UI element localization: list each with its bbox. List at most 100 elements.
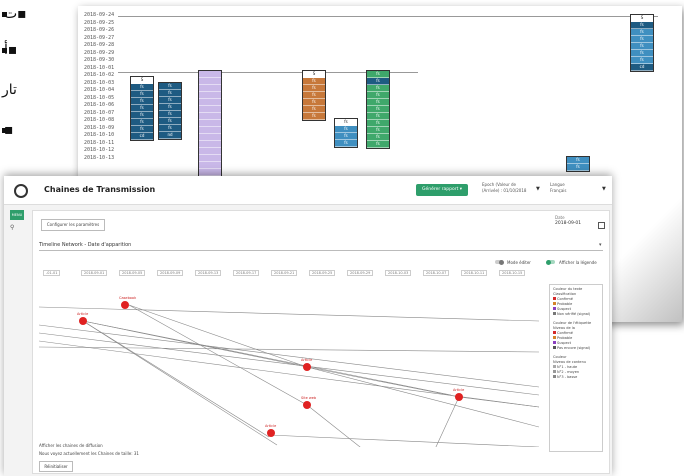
timeline-column: Sfs fs fs fs fs fs xyxy=(302,70,326,121)
date-row: 2018-10-12 xyxy=(84,147,115,153)
timeline-cell xyxy=(199,141,221,148)
language-label: Langue xyxy=(550,182,565,187)
epoch-label: Epoch (Valeur de xyxy=(482,182,516,187)
configure-params-button[interactable]: Configurer les paramètres xyxy=(41,219,105,231)
date-input[interactable]: 2018-09-01 xyxy=(555,221,581,226)
timeline-cell xyxy=(199,162,221,169)
timeline-cell xyxy=(199,85,221,92)
date-list: 2018-09-24 2018-09-25 2018-09-26 2018-09-27… xyxy=(84,12,114,162)
date-row: 2018-10-03 xyxy=(84,79,115,86)
menu-button[interactable]: MENU xyxy=(10,210,24,220)
edit-mode-toggle[interactable] xyxy=(495,259,504,265)
network-node[interactable] xyxy=(303,401,311,409)
date-row: 2018-10-11 xyxy=(84,139,115,146)
timeline-cell: fs xyxy=(303,113,325,120)
timeline-cell: fs xyxy=(367,92,389,99)
legend-item: Probable xyxy=(553,302,572,306)
legend-item: N°3 - basse xyxy=(553,375,577,379)
chain-edge xyxy=(39,306,539,322)
timeline-cell: fs xyxy=(159,125,181,132)
search-icon[interactable]: ⚲ xyxy=(10,224,14,231)
timeline-cell: fs xyxy=(631,22,653,29)
date-row: 2018-09-24 xyxy=(84,12,115,18)
timeline-cell: fs xyxy=(367,71,389,78)
date-row: 2018-09-26 xyxy=(84,27,115,33)
legend-subtitle: Niveau de la xyxy=(553,326,575,330)
view-select[interactable]: Timeline Network - Date d'apparition xyxy=(39,242,131,248)
legend-title: Couleur du texte xyxy=(553,287,583,291)
calendar-icon[interactable] xyxy=(598,222,605,229)
diffusion-chains-checkbox[interactable]: Afficher les chaines de diffusion xyxy=(39,443,103,448)
date-row: 2018-09-29 xyxy=(84,49,115,56)
timeline-cell: fs xyxy=(303,99,325,106)
network-node[interactable] xyxy=(455,393,463,401)
epoch-value[interactable]: (Arrivée) : 01/10/2018 xyxy=(482,188,526,193)
legend-subtitle: Classification xyxy=(553,292,577,296)
date-row: 2018-10-05 xyxy=(84,94,115,101)
legend-box: Couleur du texte Classification Confirmé… xyxy=(549,284,603,452)
chain-edge xyxy=(82,320,270,438)
timeline-cell: cd xyxy=(631,64,653,71)
timeline-cell: fs xyxy=(131,98,153,105)
chevron-down-icon[interactable]: ▼ xyxy=(602,186,606,192)
timeline-cell: fs xyxy=(131,112,153,119)
legend-item: Suspect xyxy=(553,307,571,311)
legend-item: Suspect xyxy=(553,341,571,345)
generate-report-button[interactable]: Générer rapport ▾ xyxy=(416,184,468,196)
timeline-cell: fs xyxy=(367,134,389,141)
date-row: 2018-10-06 xyxy=(84,102,115,108)
date-row: 2018-10-09 xyxy=(84,124,115,131)
node-label: Article xyxy=(265,424,276,428)
timeline-cell: fs xyxy=(367,85,389,92)
chevron-down-icon[interactable]: ▼ xyxy=(536,186,540,192)
timeline-cell: fs xyxy=(567,164,589,171)
timeline-cell: fs xyxy=(159,97,181,104)
network-node[interactable] xyxy=(121,301,129,309)
timeline-cell: nd xyxy=(159,132,181,139)
chain-edge xyxy=(82,320,452,396)
chain-edge xyxy=(39,340,539,408)
chevron-down-icon[interactable]: ▾ xyxy=(599,242,602,248)
network-node[interactable] xyxy=(79,317,87,325)
legend-item: N°2 - moyen xyxy=(553,370,579,374)
timeline-tick-label: 2018-09-17 xyxy=(233,270,260,276)
rtl-text-line1: ▪ت xyxy=(4,6,27,22)
show-legend-toggle[interactable] xyxy=(546,259,555,265)
timeline-tick-label: 2018-09-05 xyxy=(119,270,146,276)
legend-title: Couleur xyxy=(553,355,567,359)
timeline-cell xyxy=(199,127,221,134)
network-timeline-chart: Casebook Article Article Site web Article Art… xyxy=(39,296,539,447)
language-value[interactable]: Français xyxy=(550,188,567,193)
timeline-column: fs fs fs fs fs fs fs fs fs fs fs xyxy=(366,70,390,149)
legend-item: N°1 - haute xyxy=(553,365,577,369)
network-node[interactable] xyxy=(303,363,311,371)
timeline-cell xyxy=(199,155,221,162)
timeline-cell: fs xyxy=(303,85,325,92)
date-row: 2018-10-01 xyxy=(84,64,115,71)
node-label: Site web xyxy=(301,396,317,400)
timeline-column: Sfs fs fs fs fs fs fs cd xyxy=(130,76,154,141)
timeline-cell: cd xyxy=(131,133,153,140)
timeline-cell: fs xyxy=(131,105,153,112)
timeline-tick-label: -01-01 xyxy=(43,270,61,276)
timeline-cell: fs xyxy=(303,106,325,113)
timeline-cell: fs xyxy=(335,140,357,147)
timeline-cell xyxy=(199,99,221,106)
rtl-text-line4: ▪ xyxy=(4,122,14,138)
timeline-cell: fs xyxy=(159,83,181,90)
node-label: Article xyxy=(301,358,312,362)
logo-icon xyxy=(14,184,28,198)
network-node[interactable] xyxy=(267,429,275,437)
timeline-line xyxy=(118,16,658,17)
chain-edge xyxy=(306,404,361,447)
reset-button[interactable]: Réinitialiser xyxy=(39,461,73,472)
date-row: 2018-10-04 xyxy=(84,87,115,93)
date-row: 2018-10-10 xyxy=(84,132,115,138)
timeline-column: fs fs fs fs xyxy=(334,118,358,148)
timeline-cell: fs xyxy=(131,91,153,98)
timeline-cell xyxy=(199,106,221,113)
timeline-cell xyxy=(199,78,221,85)
timeline-cell: fs xyxy=(631,50,653,57)
timeline-cell xyxy=(199,169,221,176)
timeline-cell: fs xyxy=(367,78,389,85)
